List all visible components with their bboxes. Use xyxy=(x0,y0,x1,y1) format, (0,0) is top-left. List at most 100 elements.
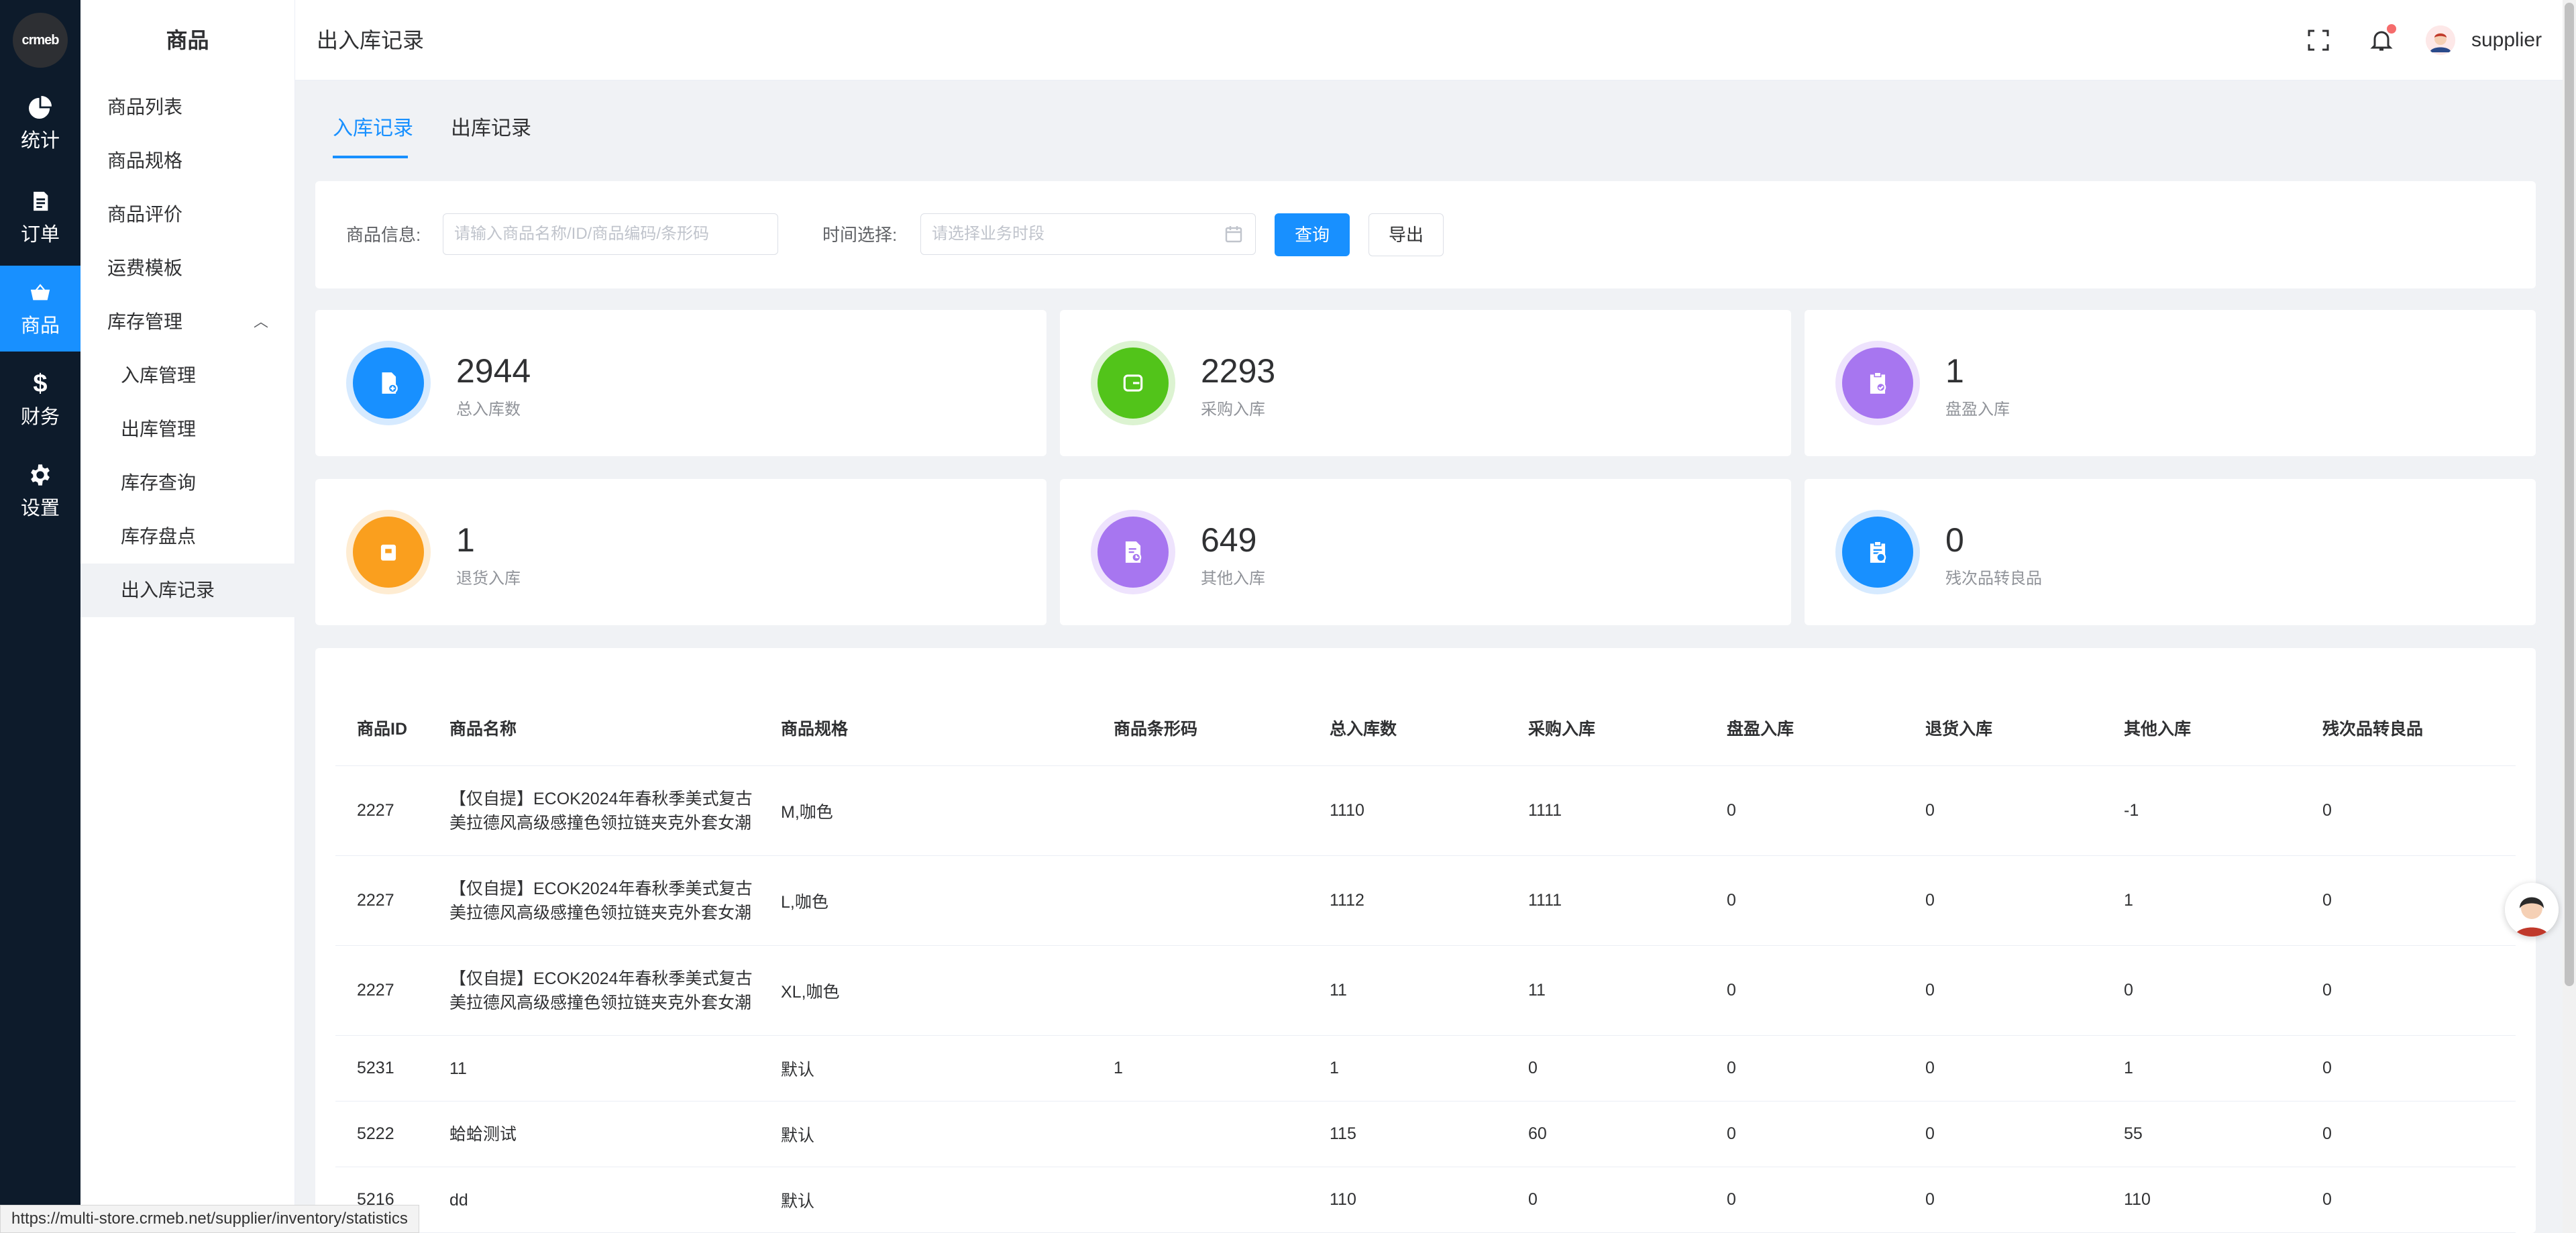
table-row: 5216 dd 默认 110 0 0 0 110 0 xyxy=(335,1167,2516,1233)
cell-product-name: 【仅自提】ECOK2024年春秋季美式复古美拉德风高级感撞色领拉链夹克外套女潮 xyxy=(449,789,753,833)
rail-item-label: 订单 xyxy=(20,224,60,246)
rail-item-statistics[interactable]: 统计 xyxy=(0,81,80,166)
cell-other-in: 110 xyxy=(2124,1190,2151,1209)
page-scrollbar[interactable] xyxy=(2563,0,2576,1233)
submenu-item-product-list[interactable]: 商品列表 xyxy=(80,81,295,134)
table-row: 2227 【仅自提】ECOK2024年春秋季美式复古美拉德风高级感撞色领拉链夹克… xyxy=(335,946,2516,1036)
stat-value: 1 xyxy=(456,521,475,559)
col-header-barcode: 商品条形码 xyxy=(1114,720,1198,739)
cell-product-name: 蛤蛤测试 xyxy=(449,1124,517,1144)
table-header: 商品ID 商品名称 商品规格 商品条形码 总入库数 采购入库 盘盈入库 退货入库… xyxy=(335,692,2516,766)
wallet-icon xyxy=(1097,347,1169,419)
bell-icon[interactable] xyxy=(2368,24,2396,54)
stat-label: 退货入库 xyxy=(456,570,521,588)
cell-return-in: 0 xyxy=(1925,1190,1935,1209)
dollar-icon: $ xyxy=(33,369,48,398)
cell-defect-to-good: 0 xyxy=(2322,801,2332,820)
cell-product-id: 2227 xyxy=(357,801,394,820)
cell-return-in: 0 xyxy=(1925,1059,1935,1077)
cell-purchase-in: 0 xyxy=(1528,1190,1538,1209)
cell-spec: M,咖色 xyxy=(781,802,833,822)
app-logo[interactable]: crmeb xyxy=(13,13,68,68)
stat-card-purchase-in: 2293 采购入库 xyxy=(1060,310,1791,456)
cell-gain-in: 0 xyxy=(1727,1190,1736,1209)
submenu-item-stock-records[interactable]: 出入库记录 xyxy=(80,564,295,617)
cell-product-id: 5222 xyxy=(357,1124,394,1143)
cell-other-in: -1 xyxy=(2124,801,2139,820)
submenu-group-inventory[interactable]: 库存管理 ︿ xyxy=(80,295,295,349)
cell-purchase-in: 1111 xyxy=(1528,891,1562,910)
filter-bar: 商品信息: 时间选择: 查询 导出 xyxy=(315,181,2536,288)
cell-purchase-in: 1111 xyxy=(1528,801,1562,820)
rail-item-products[interactable]: 商品 xyxy=(0,266,80,352)
col-header-product-id: 商品ID xyxy=(357,720,408,739)
submenu-item-stock-query[interactable]: 库存查询 xyxy=(80,456,295,510)
cell-return-in: 0 xyxy=(1925,801,1935,820)
cell-defect-to-good: 0 xyxy=(2322,1124,2332,1143)
notification-dot xyxy=(2387,24,2396,34)
cell-gain-in: 0 xyxy=(1727,801,1736,820)
cell-defect-to-good: 0 xyxy=(2322,1059,2332,1077)
fullscreen-icon[interactable] xyxy=(2305,27,2332,54)
cell-spec: L,咖色 xyxy=(781,892,828,912)
document-time-icon xyxy=(1097,517,1169,588)
cell-product-name: 【仅自提】ECOK2024年春秋季美式复古美拉德风高级感撞色领拉链夹克外套女潮 xyxy=(449,969,753,1012)
export-button[interactable]: 导出 xyxy=(1368,213,1444,256)
rail-item-finance[interactable]: $ 财务 xyxy=(0,357,80,443)
col-header-return-in: 退货入库 xyxy=(1925,720,1993,739)
rail-item-label: 商品 xyxy=(20,315,60,337)
date-range-input[interactable] xyxy=(920,213,1256,255)
cell-defect-to-good: 0 xyxy=(2322,891,2332,910)
submenu-item-stock-out[interactable]: 出库管理 xyxy=(80,403,295,456)
cell-product-name: 【仅自提】ECOK2024年春秋季美式复古美拉德风高级感撞色领拉链夹克外套女潮 xyxy=(449,879,753,922)
cell-gain-in: 0 xyxy=(1727,1059,1736,1077)
scrollbar-thumb[interactable] xyxy=(2565,3,2574,986)
records-table: 商品ID 商品名称 商品规格 商品条形码 总入库数 采购入库 盘盈入库 退货入库… xyxy=(315,648,2536,1233)
table-row: 2227 【仅自提】ECOK2024年春秋季美式复古美拉德风高级感撞色领拉链夹克… xyxy=(335,856,2516,946)
cell-barcode: 1 xyxy=(1114,1059,1123,1077)
tab-stock-in-records[interactable]: 入库记录 xyxy=(333,107,413,158)
submenu-item-shipping-template[interactable]: 运费模板 xyxy=(80,242,295,295)
query-button[interactable]: 查询 xyxy=(1275,213,1350,256)
cell-product-name: 11 xyxy=(449,1059,467,1078)
submenu-item-product-review[interactable]: 商品评价 xyxy=(80,188,295,242)
rail-item-label: 财务 xyxy=(20,407,60,428)
cell-product-id: 5231 xyxy=(357,1059,394,1077)
col-header-defect-to-good: 残次品转良品 xyxy=(2322,720,2424,739)
cell-gain-in: 0 xyxy=(1727,981,1736,1000)
link-status-bar: https://multi-store.crmeb.net/supplier/i… xyxy=(0,1205,419,1233)
product-search-input[interactable] xyxy=(443,213,778,255)
clipboard-check-icon xyxy=(1842,347,1913,419)
username[interactable]: supplier xyxy=(2471,0,2542,81)
stat-value: 2293 xyxy=(1201,352,1276,390)
cell-product-id: 2227 xyxy=(357,891,394,910)
rail-item-label: 设置 xyxy=(20,498,60,519)
stat-value: 1 xyxy=(1945,352,1964,390)
col-header-spec: 商品规格 xyxy=(781,720,849,739)
time-select-label: 时间选择: xyxy=(822,225,898,245)
cell-purchase-in: 11 xyxy=(1528,981,1546,1000)
stat-label: 盘盈入库 xyxy=(1945,400,2010,419)
cell-spec: XL,咖色 xyxy=(781,982,840,1002)
calendar-icon xyxy=(1224,224,1244,244)
cell-purchase-in: 0 xyxy=(1528,1059,1538,1077)
rail-item-orders[interactable]: 订单 xyxy=(0,174,80,260)
tab-stock-out-records[interactable]: 出库记录 xyxy=(451,107,531,158)
cell-spec: 默认 xyxy=(781,1060,815,1079)
customer-service-avatar-icon[interactable] xyxy=(2505,883,2559,936)
submenu-item-stock-in[interactable]: 入库管理 xyxy=(80,349,295,403)
cell-gain-in: 0 xyxy=(1727,891,1736,910)
cell-spec: 默认 xyxy=(781,1191,815,1211)
cell-total-in: 11 xyxy=(1330,981,1347,1000)
submenu-item-stock-check[interactable]: 库存盘点 xyxy=(80,510,295,564)
user-avatar[interactable] xyxy=(2426,25,2455,55)
submenu-item-product-spec[interactable]: 商品规格 xyxy=(80,134,295,188)
stat-label: 总入库数 xyxy=(456,400,521,419)
col-header-total-in: 总入库数 xyxy=(1330,720,1397,739)
table-row: 5222 蛤蛤测试 默认 115 60 0 0 55 0 xyxy=(335,1102,2516,1167)
cell-total-in: 115 xyxy=(1330,1124,1356,1143)
secondary-menu: 商品 商品列表 商品规格 商品评价 运费模板 库存管理 ︿ 入库管理 出库管理 … xyxy=(80,0,295,1233)
cell-return-in: 0 xyxy=(1925,1124,1935,1143)
rail-item-settings[interactable]: 设置 xyxy=(0,448,80,534)
cell-other-in: 1 xyxy=(2124,1059,2133,1077)
